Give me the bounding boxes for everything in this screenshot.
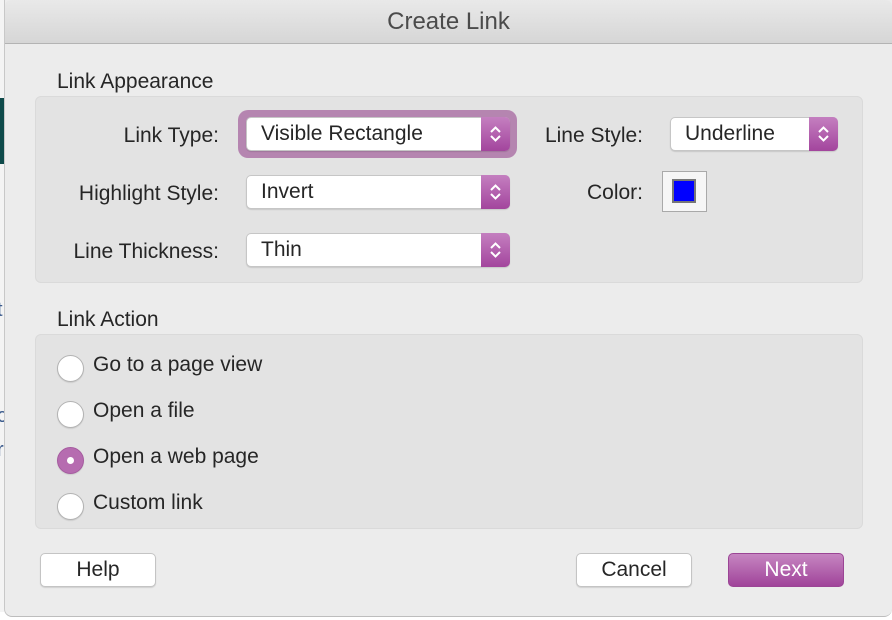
background-app-text: t xyxy=(0,300,3,320)
link-appearance-heading: Link Appearance xyxy=(57,70,214,93)
radio-button-selected[interactable] xyxy=(57,447,84,474)
link-action-heading: Link Action xyxy=(57,308,159,331)
radio-label: Open a web page xyxy=(93,445,259,468)
next-button[interactable]: Next xyxy=(728,553,844,587)
radio-button[interactable] xyxy=(57,401,84,428)
radio-label: Open a file xyxy=(93,399,195,422)
color-swatch xyxy=(672,179,696,203)
radio-label: Go to a page view xyxy=(93,353,263,376)
link-type-select[interactable]: Visible Rectangle xyxy=(246,117,510,151)
up-down-chevrons-icon xyxy=(481,233,510,267)
line-thickness-value: Thin xyxy=(261,238,302,261)
color-well[interactable] xyxy=(662,171,707,212)
dialog-title: Create Link xyxy=(5,0,892,44)
up-down-chevrons-icon xyxy=(481,117,510,151)
line-style-label: Line Style: xyxy=(544,124,643,147)
link-type-label: Link Type: xyxy=(123,124,219,147)
radio-button[interactable] xyxy=(57,493,84,520)
line-style-value: Underline xyxy=(685,122,775,145)
highlight-style-select[interactable]: Invert xyxy=(246,175,510,209)
radio-button[interactable] xyxy=(57,355,84,382)
link-type-value: Visible Rectangle xyxy=(261,122,423,145)
line-thickness-select[interactable]: Thin xyxy=(246,233,510,267)
radio-label: Custom link xyxy=(93,491,203,514)
help-button[interactable]: Help xyxy=(40,553,156,587)
line-thickness-label: Line Thickness: xyxy=(73,240,219,263)
up-down-chevrons-icon xyxy=(481,175,510,209)
create-link-dialog: Create Link Link Appearance Link Type: V… xyxy=(4,0,892,617)
highlight-style-value: Invert xyxy=(261,180,314,203)
up-down-chevrons-icon xyxy=(809,117,838,151)
color-label: Color: xyxy=(586,181,643,204)
cancel-button[interactable]: Cancel xyxy=(576,553,692,587)
highlight-style-label: Highlight Style: xyxy=(78,182,219,205)
line-style-select[interactable]: Underline xyxy=(670,117,838,151)
